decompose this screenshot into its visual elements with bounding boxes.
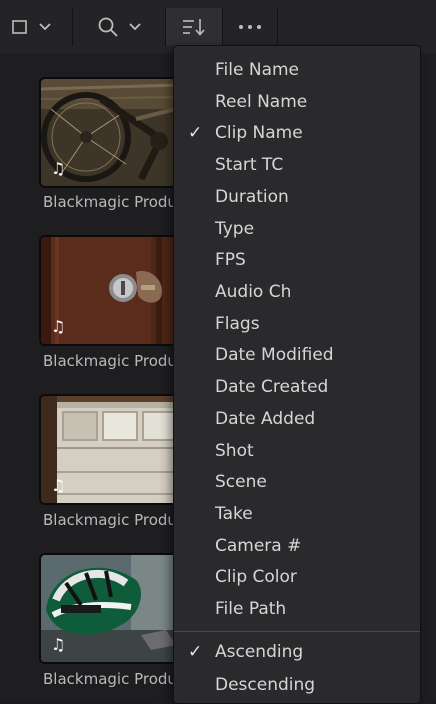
sort-by-start-tc[interactable]: Start TC	[174, 150, 420, 180]
sort-by-clip-color[interactable]: Clip Color	[174, 562, 420, 592]
clip-name: Blackmagic Production Camera	[43, 511, 177, 529]
more-options-button[interactable]	[222, 8, 277, 46]
clip-thumbnail[interactable]: ♫	[39, 77, 184, 188]
sort-icon	[181, 17, 207, 37]
sort-by-scene[interactable]: Scene	[174, 467, 420, 497]
chevron-down-icon	[39, 23, 51, 31]
view-mode-dropdown[interactable]	[0, 8, 70, 46]
chevron-down-icon	[129, 23, 141, 31]
sort-by-clip-name[interactable]: ✓ Clip Name	[174, 118, 420, 148]
sort-dropdown-menu: File Name Reel Name ✓ Clip Name Start TC …	[173, 45, 421, 704]
sort-by-audio-ch[interactable]: Audio Ch	[174, 277, 420, 307]
clip-thumbnail[interactable]: ♫	[39, 394, 184, 505]
clip-thumbnail[interactable]: ♫	[39, 553, 184, 664]
sort-by-date-created[interactable]: Date Created	[174, 372, 420, 402]
clip-name: Blackmagic Production Camera	[43, 352, 177, 370]
sort-by-file-path[interactable]: File Path	[174, 594, 420, 624]
checkmark-icon: ✓	[188, 123, 203, 143]
sort-by-date-modified[interactable]: Date Modified	[174, 340, 420, 370]
sort-by-take[interactable]: Take	[174, 499, 420, 529]
sort-button[interactable]	[165, 8, 222, 46]
sort-by-type[interactable]: Type	[174, 214, 420, 244]
sort-by-file-name[interactable]: File Name	[174, 55, 420, 85]
clip-name: Blackmagic Production Camera	[43, 193, 177, 211]
search-dropdown[interactable]	[72, 8, 165, 46]
audio-clip-icon: ♫	[51, 317, 66, 336]
audio-clip-icon: ♫	[51, 476, 66, 495]
sort-by-fps[interactable]: FPS	[174, 245, 420, 275]
sort-by-shot[interactable]: Shot	[174, 436, 420, 466]
sort-order-descending[interactable]: Descending	[174, 670, 420, 700]
more-options-icon	[237, 23, 263, 31]
sort-by-duration[interactable]: Duration	[174, 182, 420, 212]
search-icon	[97, 16, 119, 38]
sort-order-ascending[interactable]: ✓ Ascending	[174, 637, 420, 667]
sort-by-camera-number[interactable]: Camera #	[174, 531, 420, 561]
audio-clip-icon: ♫	[51, 159, 66, 178]
clip-name: Blackmagic Production Camera	[43, 670, 177, 688]
checkmark-icon: ✓	[188, 642, 203, 662]
sort-by-date-added[interactable]: Date Added	[174, 404, 420, 434]
menu-separator	[174, 631, 420, 632]
sort-by-reel-name[interactable]: Reel Name	[174, 87, 420, 117]
clip-thumbnail[interactable]: ♫	[39, 235, 184, 346]
toolbar-divider	[277, 8, 278, 46]
sort-by-flags[interactable]: Flags	[174, 309, 420, 339]
view-mode-icon	[11, 18, 29, 36]
audio-clip-icon: ♫	[51, 635, 66, 654]
